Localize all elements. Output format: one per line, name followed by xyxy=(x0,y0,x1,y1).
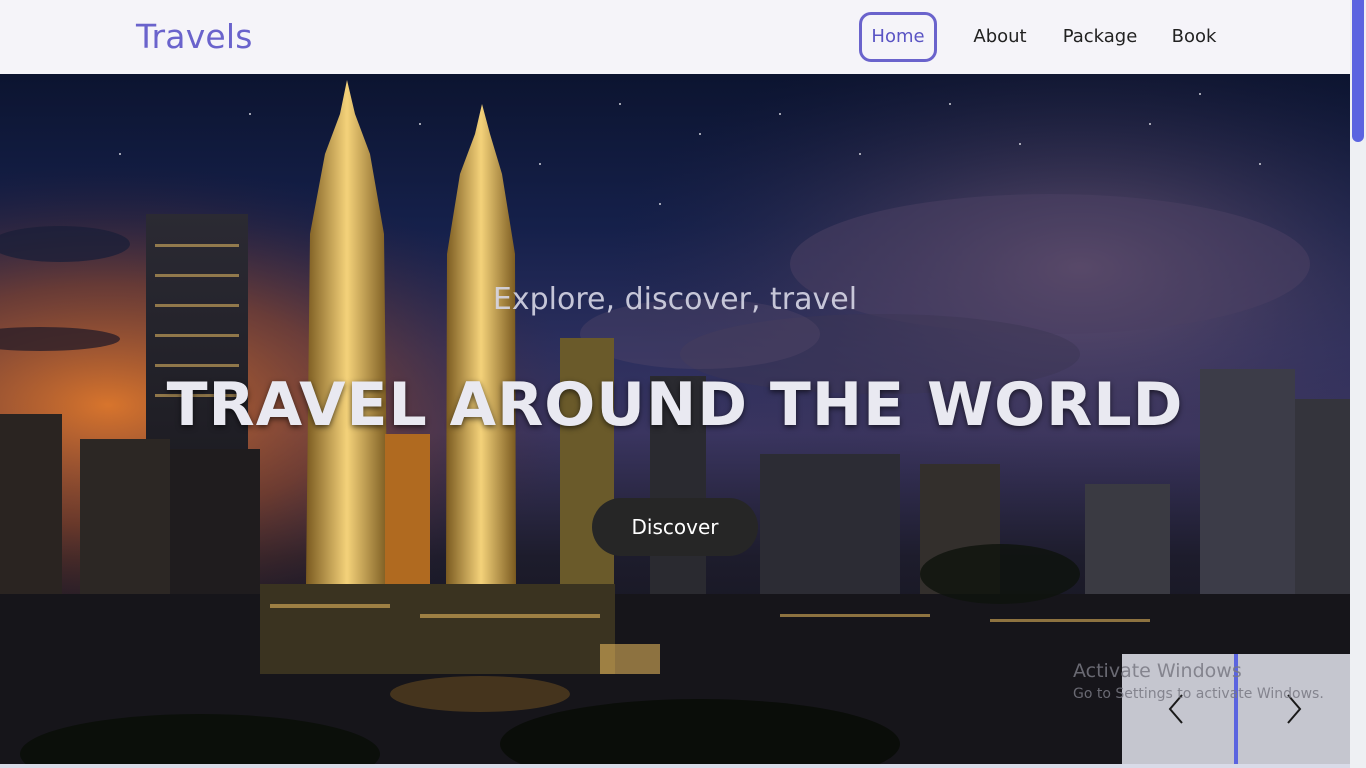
hero-title: TRAVEL AROUND THE WORLD xyxy=(166,370,1184,440)
brand-logo[interactable]: Travels xyxy=(136,17,253,56)
hero-subtitle: Explore, discover, travel xyxy=(492,282,858,317)
page-bottom-edge xyxy=(0,764,1350,768)
activate-windows-subtitle: Go to Settings to activate Windows. xyxy=(1073,686,1324,702)
nav-about[interactable]: About xyxy=(966,12,1034,62)
scrollbar-thumb[interactable] xyxy=(1352,0,1364,142)
activate-windows-title: Activate Windows xyxy=(1073,660,1242,682)
vertical-scrollbar[interactable] xyxy=(1350,0,1366,768)
nav-book[interactable]: Book xyxy=(1164,12,1224,62)
discover-button[interactable]: Discover xyxy=(592,498,758,556)
nav-package[interactable]: Package xyxy=(1056,12,1144,62)
nav-home[interactable]: Home xyxy=(859,12,937,62)
navbar: Travels Home About Package Book xyxy=(0,0,1350,74)
